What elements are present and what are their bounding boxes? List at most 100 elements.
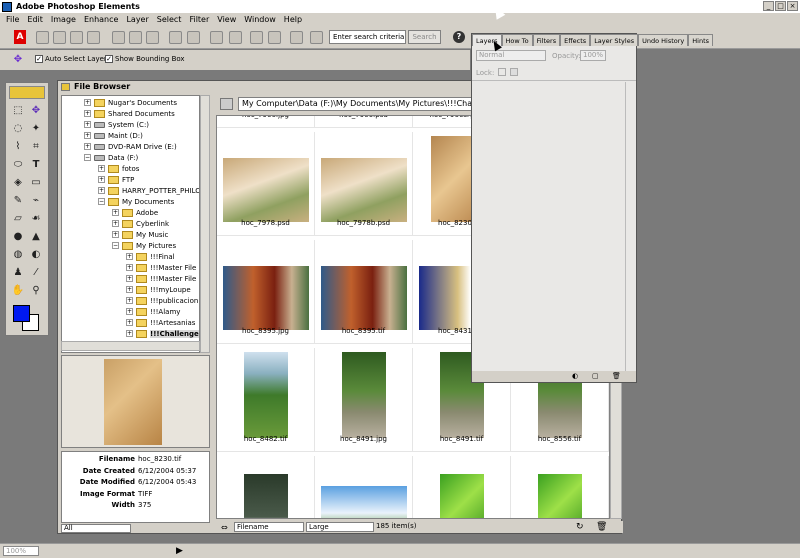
thumbnail-cell[interactable]: hoc_7978.psd xyxy=(217,132,315,236)
tree-item[interactable]: + HARRY_POTTER_PHILO xyxy=(98,185,199,196)
shape-tool-icon[interactable]: ⬭ xyxy=(10,157,26,173)
tree-item[interactable]: + Cyberlink xyxy=(112,218,169,229)
blur-tool-icon[interactable]: ● xyxy=(10,229,26,245)
new-adjustment-icon[interactable]: ◐ xyxy=(572,372,578,380)
tree-item[interactable]: + My Music xyxy=(112,229,168,240)
email-icon[interactable] xyxy=(210,31,223,44)
clipboard-icon[interactable] xyxy=(146,31,159,44)
tree-item[interactable]: + !!!Master File xyxy=(126,262,196,273)
eraser-tool-icon[interactable]: ▱ xyxy=(10,211,26,227)
tree-item[interactable]: + Adobe xyxy=(112,207,158,218)
thumbnail-cell[interactable]: hoc_7966.psd xyxy=(315,116,413,128)
trash-icon[interactable]: 🗑 xyxy=(596,522,607,532)
tree-expander-icon[interactable]: + xyxy=(84,121,91,128)
tree-item[interactable]: − Data (F:) xyxy=(84,152,138,163)
marquee-tool-icon[interactable]: ⬚ xyxy=(10,103,26,119)
quick-fix-icon[interactable] xyxy=(290,31,303,44)
thumbnail-cell[interactable] xyxy=(217,456,315,518)
tree-expander-icon[interactable]: + xyxy=(84,110,91,117)
crop-tool-icon[interactable]: ⌗ xyxy=(28,139,44,155)
dock-icon[interactable]: ⇔ xyxy=(221,523,228,532)
menu-image[interactable]: Image xyxy=(47,15,80,24)
menu-window[interactable]: Window xyxy=(240,15,280,24)
tree-expander-icon[interactable]: + xyxy=(126,308,133,315)
zoom-tool-icon[interactable]: ⚲ xyxy=(28,283,44,299)
gradient-tool-icon[interactable]: ▭ xyxy=(28,175,44,191)
lock-transparency-icon[interactable] xyxy=(498,68,506,76)
stamp-tool-icon[interactable]: ♟ xyxy=(10,265,26,281)
sort-by-dropdown[interactable]: Filename xyxy=(234,522,304,532)
tree-expander-icon[interactable]: − xyxy=(84,154,91,161)
tree-expander-icon[interactable]: + xyxy=(126,330,133,337)
tab-filters[interactable]: Filters xyxy=(532,34,561,46)
search-input[interactable]: Enter search criteria xyxy=(329,30,406,44)
up-folder-icon[interactable] xyxy=(220,98,233,110)
impressionist-brush-icon[interactable]: ☙ xyxy=(28,211,44,227)
menu-file[interactable]: File xyxy=(2,15,23,24)
close-button[interactable]: × xyxy=(787,1,798,11)
thumbnail-cell[interactable] xyxy=(511,456,609,518)
browse-icon[interactable] xyxy=(70,31,83,44)
palette-scrollbar[interactable] xyxy=(625,82,636,371)
tree-expander-icon[interactable]: + xyxy=(112,220,119,227)
paint-bucket-icon[interactable]: ◈ xyxy=(10,175,26,191)
tree-expander-icon[interactable]: + xyxy=(98,176,105,183)
rotate-icon[interactable]: ↻ xyxy=(576,522,584,532)
tab-undo-history[interactable]: Undo History xyxy=(638,34,689,46)
tree-expander-icon[interactable]: + xyxy=(98,187,105,194)
tab-hints[interactable]: Hints xyxy=(688,34,714,46)
sharpen-tool-icon[interactable]: ▲ xyxy=(28,229,44,245)
tree-item[interactable]: + !!!Challenge xyxy=(126,328,199,339)
tab-layer-styles[interactable]: Layer Styles xyxy=(590,34,639,46)
view-size-dropdown[interactable]: Large xyxy=(306,522,374,532)
new-layer-icon[interactable]: ▢ xyxy=(592,372,599,380)
maximize-button[interactable]: □ xyxy=(775,1,786,11)
thumbnail-cell[interactable]: hoc_8395.tif xyxy=(315,240,413,344)
tree-expander-icon[interactable]: + xyxy=(112,209,119,216)
tree-expander-icon[interactable]: + xyxy=(126,319,133,326)
tree-horizontal-scrollbar[interactable] xyxy=(61,341,200,351)
tree-item[interactable]: + !!!Master File xyxy=(126,273,196,284)
tree-expander-icon[interactable]: − xyxy=(112,242,119,249)
tree-expander-icon[interactable]: + xyxy=(84,99,91,106)
tree-expander-icon[interactable]: + xyxy=(84,132,91,139)
tree-expander-icon[interactable]: + xyxy=(112,231,119,238)
open-icon[interactable] xyxy=(53,31,66,44)
thumbnail-cell[interactable]: hoc_8491.jpg xyxy=(315,348,413,452)
tree-item[interactable]: − My Documents xyxy=(98,196,174,207)
blend-mode-dropdown[interactable]: Normal xyxy=(476,50,546,61)
bounding-box-checkbox[interactable]: ✓ xyxy=(105,55,113,63)
tree-item[interactable]: + !!!Alamy xyxy=(126,306,180,317)
new-file-icon[interactable] xyxy=(36,31,49,44)
tree-expander-icon[interactable]: + xyxy=(126,264,133,271)
foreground-color-swatch[interactable] xyxy=(13,305,30,322)
menu-view[interactable]: View xyxy=(213,15,240,24)
tree-expander-icon[interactable]: + xyxy=(126,275,133,282)
thumbnail-cell[interactable]: hoc_7966.jpg xyxy=(217,116,315,128)
tree-item[interactable]: + !!!myLoupe xyxy=(126,284,191,295)
auto-select-layer-option[interactable]: ✓ Auto Select Layer xyxy=(35,55,107,63)
menu-select[interactable]: Select xyxy=(153,15,186,24)
move-tool-icon[interactable]: ✥ xyxy=(10,52,26,68)
tree-expander-icon[interactable]: + xyxy=(126,253,133,260)
pencil-tool-icon[interactable]: ✎ xyxy=(10,193,26,209)
tree-item[interactable]: + FTP xyxy=(98,174,134,185)
auto-select-checkbox[interactable]: ✓ xyxy=(35,55,43,63)
tree-item[interactable]: + !!!Artesanias xyxy=(126,317,195,328)
tree-item[interactable]: + DVD-RAM Drive (E:) xyxy=(84,141,177,152)
tree-item[interactable]: − My Pictures xyxy=(112,240,176,251)
save-icon[interactable] xyxy=(112,31,125,44)
zoom-field[interactable]: 100% xyxy=(3,546,39,556)
tab-effects[interactable]: Effects xyxy=(560,34,591,46)
tree-item[interactable]: + !!!Final xyxy=(126,251,175,262)
tree-scrollbar[interactable] xyxy=(200,95,210,353)
minimize-button[interactable]: _ xyxy=(763,1,774,11)
status-menu-arrow-icon[interactable]: ▶ xyxy=(176,546,183,556)
type-tool-icon[interactable]: T xyxy=(28,157,44,173)
thumbnail-cell[interactable] xyxy=(413,456,511,518)
tree-expander-icon[interactable]: + xyxy=(98,165,105,172)
tree-expander-icon[interactable]: + xyxy=(126,297,133,304)
color-picker-icon[interactable] xyxy=(310,31,323,44)
lasso-tool-icon[interactable]: ◌ xyxy=(10,121,26,137)
print-preview-icon[interactable] xyxy=(187,31,200,44)
